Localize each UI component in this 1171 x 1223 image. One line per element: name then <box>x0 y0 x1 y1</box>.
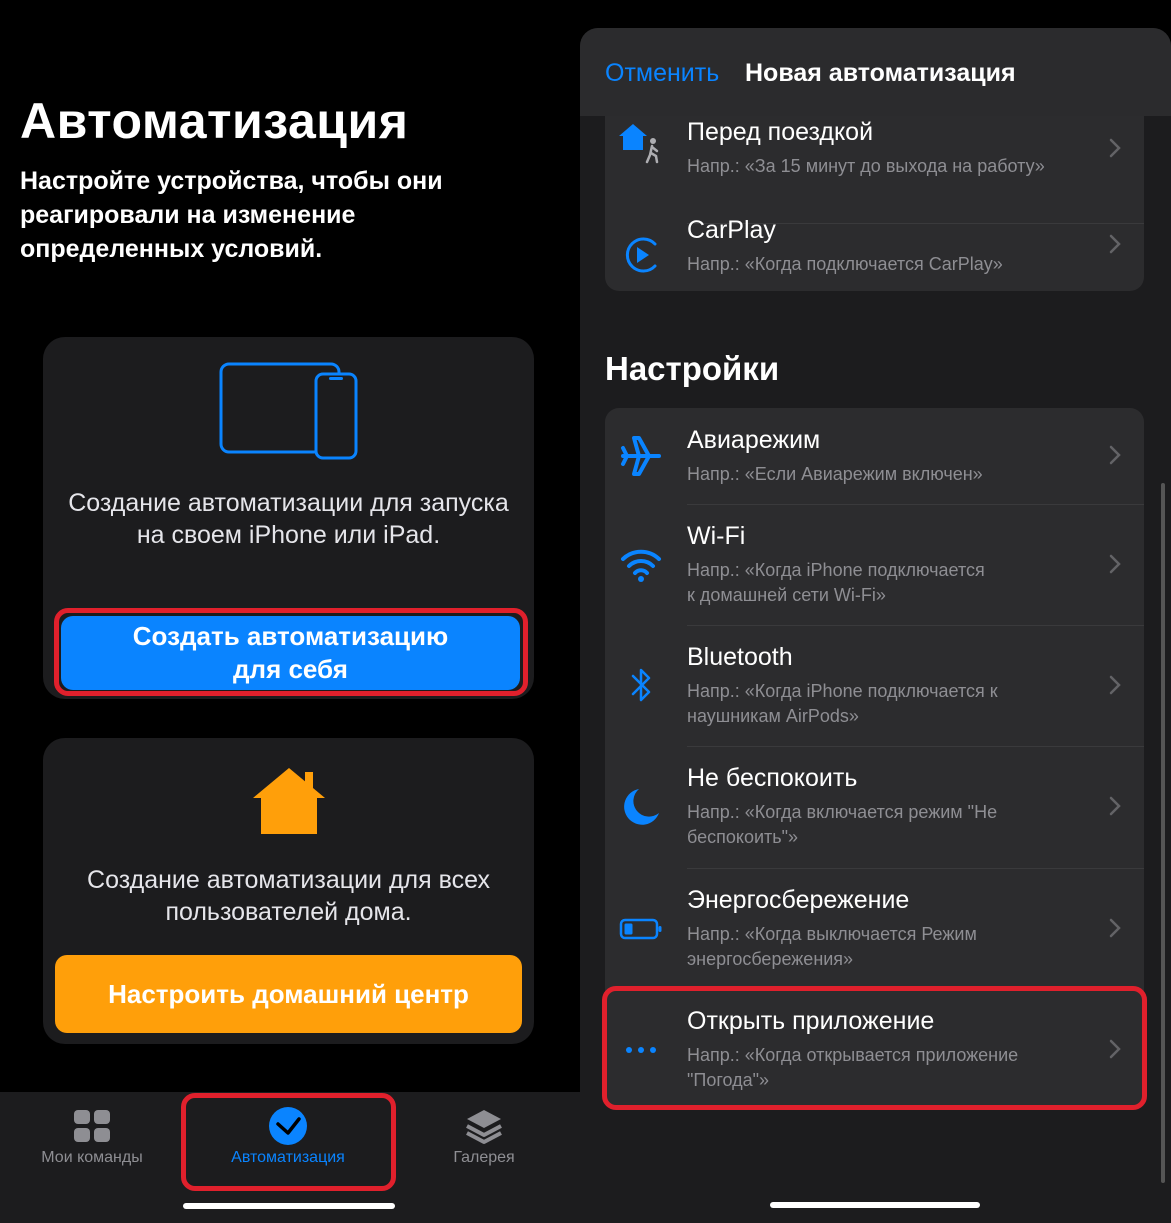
chevron-right-icon <box>1109 138 1121 158</box>
list-item-low-power-mode[interactable]: Энергосбережение Напр.: «Когда выключает… <box>605 869 1144 989</box>
chevron-right-icon <box>1109 675 1121 695</box>
button-label-line2: для себя <box>233 654 348 684</box>
tab-my-shortcuts[interactable]: Мои команды <box>2 1092 182 1192</box>
chevron-right-icon <box>1109 796 1121 816</box>
personal-card-description: Создание автоматизации для запуска на св… <box>68 489 509 549</box>
row-title: Энергосбережение <box>687 886 910 914</box>
sheet-title: Новая автоматизация <box>745 59 1016 87</box>
create-personal-automation-button[interactable]: Создать автоматизацию для себя <box>61 616 520 690</box>
row-title: Bluetooth <box>687 643 793 671</box>
clock-check-icon <box>269 1107 307 1145</box>
row-title: Не беспокоить <box>687 764 858 792</box>
new-automation-sheet: Перед поездкой Напр.: «За 15 минут до вы… <box>580 28 1171 1223</box>
row-subtitle-line2: наушникам AirPods» <box>687 706 859 726</box>
row-subtitle-line1: Напр.: «Когда выключается Режим <box>687 924 977 944</box>
wifi-icon <box>621 549 661 582</box>
chevron-right-icon <box>1109 445 1121 465</box>
cancel-button[interactable]: Отменить <box>605 59 719 88</box>
row-subtitle-line1: Напр.: «Когда iPhone подключается <box>687 560 985 580</box>
row-subtitle-line2: беспокоить"» <box>687 827 799 847</box>
tab-automation[interactable]: Автоматизация <box>198 1092 378 1192</box>
row-subtitle-line1: Напр.: «Когда включается режим "Не <box>687 802 998 822</box>
row-subtitle-line2: "Погода"» <box>687 1070 770 1090</box>
row-subtitle-line2: энергосбережения» <box>687 949 854 969</box>
list-item-airplane-mode[interactable]: Авиарежим Напр.: «Если Авиарежим включен… <box>605 408 1144 504</box>
chevron-right-icon <box>1109 554 1121 574</box>
list-item-before-commute[interactable]: Перед поездкой Напр.: «За 15 минут до вы… <box>605 116 1144 195</box>
home-walk-icon <box>619 124 659 164</box>
trigger-group-settings: Авиарежим Напр.: «Если Авиарежим включен… <box>605 408 1144 1110</box>
automation-screen: Автоматизация Настройте устройства, чтоб… <box>0 0 580 1223</box>
home-indicator <box>183 1203 395 1209</box>
house-icon <box>253 768 325 834</box>
row-title: CarPlay <box>687 216 776 244</box>
row-subtitle: Напр.: «Если Авиарежим включен» <box>687 464 983 484</box>
home-automation-card: Создание автоматизации для всех пользова… <box>43 738 534 1044</box>
row-subtitle-line2: к домашней сети Wi-Fi» <box>687 585 886 605</box>
grid-icon <box>74 1110 110 1142</box>
list-item-wifi[interactable]: Wi-Fi Напр.: «Когда iPhone подключается … <box>605 505 1144 625</box>
bluetooth-icon <box>631 668 651 702</box>
row-subtitle: Напр.: «За 15 минут до выхода на работу» <box>687 156 1045 176</box>
tab-label: Автоматизация <box>231 1149 345 1166</box>
personal-automation-card: Создание автоматизации для запуска на св… <box>43 337 534 699</box>
carplay-icon <box>625 237 657 273</box>
section-title-settings: Настройки <box>605 350 780 387</box>
row-title: Wi-Fi <box>687 522 746 550</box>
airplane-icon <box>621 436 661 476</box>
row-subtitle-line1: Напр.: «Когда открывается приложение <box>687 1045 1019 1065</box>
ellipsis-icon <box>626 1047 656 1053</box>
row-title: Перед поездкой <box>687 118 874 146</box>
navigation-bar: Отменить Новая автоматизация <box>580 28 1171 116</box>
layers-icon <box>466 1110 502 1144</box>
row-subtitle: Напр.: «Когда подключается CarPlay» <box>687 254 1003 274</box>
tab-label: Мои команды <box>41 1149 143 1166</box>
list-item-carplay[interactable]: CarPlay Напр.: «Когда подключается CarPl… <box>605 216 1144 291</box>
setup-home-hub-button[interactable]: Настроить домашний центр <box>55 955 522 1033</box>
row-subtitle-line1: Напр.: «Когда iPhone подключается к <box>687 681 998 701</box>
chevron-right-icon <box>1109 918 1121 938</box>
tab-label: Галерея <box>453 1149 515 1166</box>
page-subtitle: Настройте устройства, чтобы они реагиров… <box>20 167 443 263</box>
home-indicator <box>770 1202 980 1208</box>
chevron-right-icon <box>1109 1039 1121 1059</box>
chevron-right-icon <box>1109 234 1121 254</box>
scrollbar[interactable] <box>1161 483 1165 1183</box>
row-title: Авиарежим <box>687 426 821 454</box>
home-card-description: Создание автоматизации для всех пользова… <box>87 866 490 926</box>
battery-icon <box>619 918 662 940</box>
trigger-group-travel: Перед поездкой Напр.: «За 15 минут до вы… <box>605 116 1144 291</box>
ipad-iphone-icon <box>219 362 358 460</box>
list-item-bluetooth[interactable]: Bluetooth Напр.: «Когда iPhone подключае… <box>605 626 1144 746</box>
moon-icon <box>624 789 659 825</box>
row-title: Открыть приложение <box>687 1007 935 1035</box>
page-title: Автоматизация <box>20 93 409 149</box>
list-item-open-app[interactable]: Открыть приложение Напр.: «Когда открыва… <box>605 990 1144 1110</box>
tab-gallery[interactable]: Галерея <box>394 1092 574 1192</box>
button-label-line1: Создать автоматизацию <box>132 621 449 651</box>
list-item-do-not-disturb[interactable]: Не беспокоить Напр.: «Когда включается р… <box>605 747 1144 868</box>
